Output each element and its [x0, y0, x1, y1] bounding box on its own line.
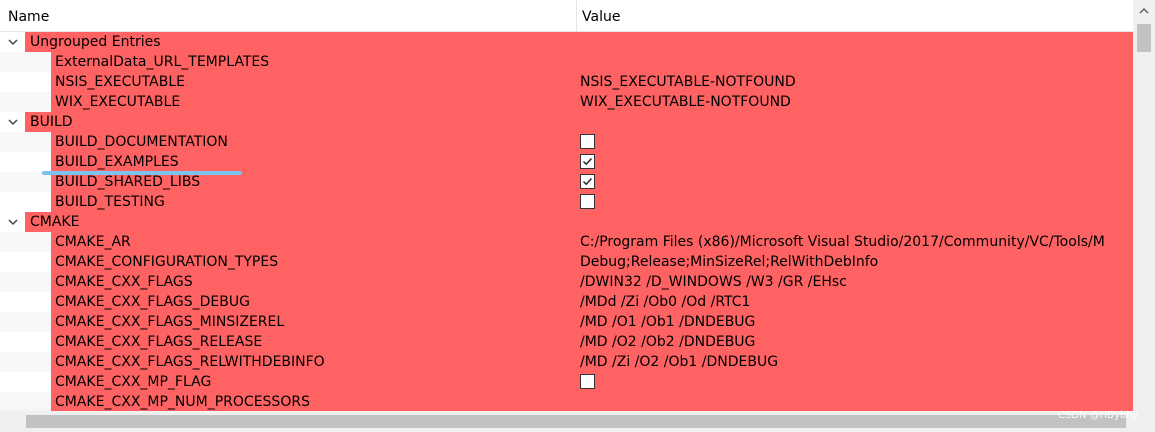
- entry-checkbox[interactable]: [580, 374, 595, 389]
- table-row[interactable]: BUILD_EXAMPLES: [0, 152, 1133, 172]
- entry-value[interactable]: Debug;Release;MinSizeRel;RelWithDebInfo: [580, 252, 1133, 272]
- checkmark-icon: [583, 178, 593, 186]
- entry-name: BUILD_EXAMPLES: [55, 154, 179, 170]
- row-indent-stripe: [0, 72, 51, 92]
- row-highlight: [25, 32, 1133, 52]
- entry-name: CMAKE_AR: [55, 234, 131, 250]
- entry-name: CMAKE_CXX_FLAGS_DEBUG: [55, 294, 250, 310]
- table-row[interactable]: CMAKE_CXX_FLAGS_DEBUG/MDd /Zi /Ob0 /Od /…: [0, 292, 1133, 312]
- table-row[interactable]: CMAKE_CXX_MP_FLAG: [0, 372, 1133, 392]
- chevron-down-icon[interactable]: [5, 114, 21, 130]
- entry-value[interactable]: /MD /O1 /Ob1 /DNDEBUG: [580, 312, 1133, 332]
- vertical-scrollbar[interactable]: [1133, 0, 1155, 411]
- group-label: CMAKE: [30, 214, 80, 230]
- entry-name: WIX_EXECUTABLE: [55, 94, 181, 110]
- vertical-scroll-thumb[interactable]: [1137, 24, 1151, 52]
- horizontal-scrollbar[interactable]: [0, 411, 1133, 432]
- entry-name: NSIS_EXECUTABLE: [55, 74, 185, 90]
- row-indent-stripe: [0, 252, 51, 272]
- row-indent-stripe: [0, 92, 51, 112]
- entry-name: BUILD_TESTING: [55, 194, 165, 210]
- entry-name: CMAKE_CXX_FLAGS: [55, 274, 193, 290]
- row-indent-stripe: [0, 192, 51, 212]
- row-indent-stripe: [0, 352, 51, 372]
- row-indent-stripe: [0, 372, 51, 392]
- group-row[interactable]: BUILD: [0, 112, 1133, 132]
- group-row[interactable]: Ungrouped Entries: [0, 32, 1133, 52]
- row-indent-stripe: [0, 232, 51, 252]
- value-column-header[interactable]: Value: [577, 0, 1133, 31]
- watermark: CSDN @HBybhy: [1058, 410, 1139, 421]
- cmake-cache-table: Name Value Ungrouped Entries ExternalData…: [0, 0, 1133, 411]
- row-indent-stripe: [0, 52, 51, 72]
- entry-name: ExternalData_URL_TEMPLATES: [55, 54, 270, 70]
- row-indent-stripe: [0, 332, 51, 352]
- entry-checkbox[interactable]: [580, 134, 595, 149]
- table-row[interactable]: CMAKE_CXX_FLAGS/DWIN32 /D_WINDOWS /W3 /G…: [0, 272, 1133, 292]
- entry-value[interactable]: /DWIN32 /D_WINDOWS /W3 /GR /EHsc: [580, 272, 1133, 292]
- entry-value[interactable]: /MD /Zi /O2 /Ob1 /DNDEBUG: [580, 352, 1133, 372]
- row-indent-stripe: [0, 292, 51, 312]
- entry-value[interactable]: /MDd /Zi /Ob0 /Od /RTC1: [580, 292, 1133, 312]
- group-label: BUILD: [30, 114, 73, 130]
- checkmark-icon: [583, 158, 593, 166]
- row-indent-stripe: [0, 312, 51, 332]
- table-row[interactable]: CMAKE_CXX_FLAGS_RELEASE/MD /O2 /Ob2 /DND…: [0, 332, 1133, 352]
- chevron-down-icon[interactable]: [5, 34, 21, 50]
- chevron-down-icon[interactable]: [5, 214, 21, 230]
- table-row[interactable]: CMAKE_CXX_FLAGS_MINSIZEREL/MD /O1 /Ob1 /…: [0, 312, 1133, 332]
- row-indent-stripe: [0, 152, 51, 172]
- entry-value[interactable]: WIX_EXECUTABLE-NOTFOUND: [580, 92, 1133, 112]
- entry-value[interactable]: NSIS_EXECUTABLE-NOTFOUND: [580, 72, 1133, 92]
- entry-value[interactable]: C:/Program Files (x86)/Microsoft Visual …: [580, 232, 1133, 252]
- table-row[interactable]: CMAKE_AR C:/Program Files (x86)/Microsoft…: [0, 232, 1133, 252]
- row-highlight: [25, 112, 1133, 132]
- table-row[interactable]: CMAKE_CXX_FLAGS_RELWITHDEBINFO/MD /Zi /O…: [0, 352, 1133, 372]
- table-row[interactable]: BUILD_SHARED_LIBS: [0, 172, 1133, 192]
- table-row[interactable]: CMAKE_CXX_MP_NUM_PROCESSORS: [0, 392, 1133, 411]
- entry-name: CMAKE_CXX_MP_NUM_PROCESSORS: [55, 394, 310, 410]
- group-label: Ungrouped Entries: [30, 34, 161, 50]
- entry-name: CMAKE_CXX_FLAGS_MINSIZEREL: [55, 314, 285, 330]
- table-header: Name Value: [0, 0, 1133, 32]
- table-row[interactable]: ExternalData_URL_TEMPLATES: [0, 52, 1133, 72]
- annotation-underline: [42, 171, 242, 175]
- entry-name: CMAKE_CXX_MP_FLAG: [55, 374, 212, 390]
- entry-checkbox[interactable]: [580, 154, 595, 169]
- name-column-header[interactable]: Name: [0, 0, 577, 31]
- row-indent-stripe: [0, 132, 51, 152]
- entry-name: CMAKE_CONFIGURATION_TYPES: [55, 254, 279, 270]
- row-indent-stripe: [0, 392, 51, 411]
- row-indent-stripe: [0, 272, 51, 292]
- table-row[interactable]: WIX_EXECUTABLE WIX_EXECUTABLE-NOTFOUND: [0, 92, 1133, 112]
- horizontal-scroll-thumb[interactable]: [26, 415, 1126, 428]
- entry-checkbox[interactable]: [580, 194, 595, 209]
- group-row[interactable]: CMAKE: [0, 212, 1133, 232]
- table-row[interactable]: CMAKE_CONFIGURATION_TYPES Debug;Release;M…: [0, 252, 1133, 272]
- scroll-up-arrow-icon[interactable]: [1133, 0, 1155, 22]
- table-row[interactable]: NSIS_EXECUTABLE NSIS_EXECUTABLE-NOTFOUND: [0, 72, 1133, 92]
- table-row[interactable]: BUILD_DOCUMENTATION: [0, 132, 1133, 152]
- row-indent-stripe: [0, 172, 51, 192]
- entry-name: BUILD_DOCUMENTATION: [55, 134, 228, 150]
- table-row[interactable]: BUILD_TESTING: [0, 192, 1133, 212]
- entry-name: CMAKE_CXX_FLAGS_RELEASE: [55, 334, 263, 350]
- row-highlight: [25, 212, 1133, 232]
- entry-name: BUILD_SHARED_LIBS: [55, 174, 201, 190]
- entry-name: CMAKE_CXX_FLAGS_RELWITHDEBINFO: [55, 354, 325, 370]
- entry-value[interactable]: /MD /O2 /Ob2 /DNDEBUG: [580, 332, 1133, 352]
- entry-checkbox[interactable]: [580, 174, 595, 189]
